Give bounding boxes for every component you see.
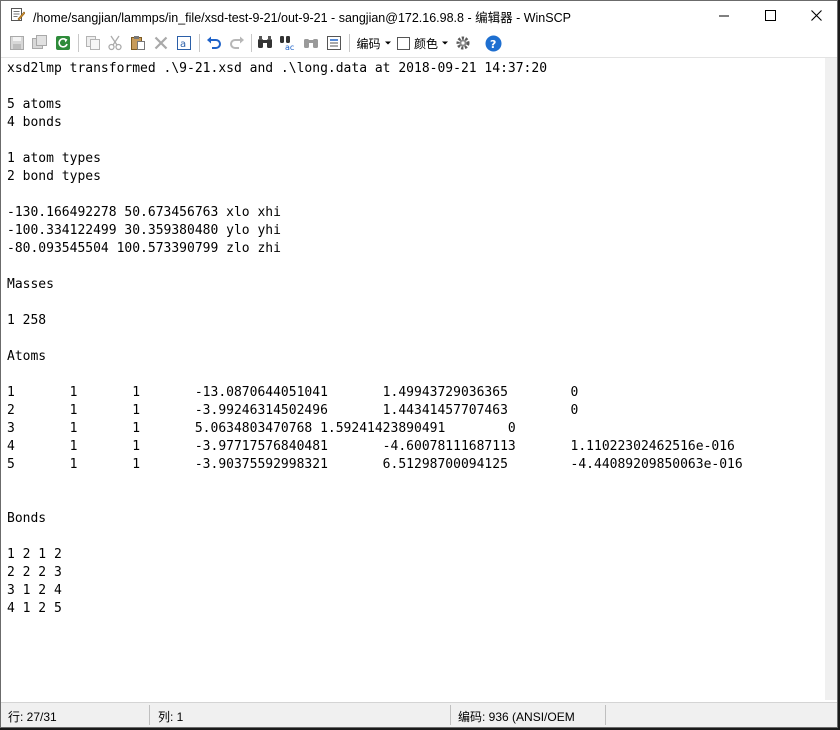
color-dropdown[interactable]: 颜色 [397, 33, 451, 53]
encoding-dropdown[interactable]: 编码 [355, 33, 393, 53]
window-title: /home/sangjian/lammps/in_file/xsd-test-9… [33, 11, 571, 25]
editor-line[interactable]: 1 atom types [7, 150, 825, 168]
editor-line[interactable] [7, 132, 825, 150]
editor-line[interactable]: Masses [7, 276, 825, 294]
save-all-button[interactable] [30, 33, 50, 53]
editor-line[interactable] [7, 474, 825, 492]
editor-line[interactable]: 1 2 1 2 [7, 546, 825, 564]
cut-icon [108, 35, 122, 51]
status-separator [605, 705, 606, 725]
goto-line-button[interactable] [324, 33, 344, 53]
save-icon [10, 36, 24, 50]
status-separator [450, 705, 451, 725]
status-encoding: 编码: 936 (ANSI/OEM [458, 710, 575, 724]
editor-line[interactable]: xsd2lmp transformed .\9-21.xsd and .\lon… [7, 60, 825, 78]
delete-button[interactable] [151, 33, 171, 53]
delete-icon [154, 36, 168, 50]
title-bar[interactable]: /home/sangjian/lammps/in_file/xsd-test-9… [1, 1, 837, 29]
edit-document-icon [11, 8, 25, 21]
editor-line[interactable]: -130.166492278 50.673456763 xlo xhi [7, 204, 825, 222]
editor-line[interactable]: 5 1 1 -3.90375592998321 6.51298700094125… [7, 456, 825, 474]
editor-content[interactable]: xsd2lmp transformed .\9-21.xsd and .\lon… [1, 58, 825, 618]
find-button[interactable] [255, 33, 275, 53]
chevron-down-icon [384, 41, 391, 45]
editor-line[interactable]: 1 258 [7, 312, 825, 330]
editor-line[interactable]: Atoms [7, 348, 825, 366]
status-separator [149, 705, 150, 725]
editor-line[interactable]: 4 bonds [7, 114, 825, 132]
editor-line[interactable]: Bonds [7, 510, 825, 528]
vertical-scrollbar[interactable] [825, 58, 837, 700]
replace-button[interactable]: ac [278, 33, 298, 53]
editor-line[interactable] [7, 492, 825, 510]
goto-line-icon [327, 36, 341, 50]
toolbar-separator [199, 34, 200, 52]
editor-line[interactable] [7, 528, 825, 546]
redo-icon [230, 36, 244, 49]
status-column: 列: 1 [158, 710, 184, 724]
maximize-icon [764, 9, 776, 21]
editor-line[interactable] [7, 186, 825, 204]
toolbar-separator [349, 34, 350, 52]
editor-line[interactable]: 3 1 2 4 [7, 582, 825, 600]
cut-button[interactable] [105, 33, 125, 53]
replace-icon: ac [280, 36, 294, 51]
select-all-icon: a [177, 36, 191, 50]
settings-icon [456, 36, 470, 50]
undo-button[interactable] [204, 33, 224, 53]
paste-icon [131, 36, 145, 50]
editor-line[interactable]: -80.093545504 100.573390799 zlo zhi [7, 240, 825, 258]
find-icon [258, 36, 272, 48]
editor-line[interactable]: 5 atoms [7, 96, 825, 114]
svg-text:a: a [180, 39, 186, 50]
toolbar-separator [78, 34, 79, 52]
editor-line[interactable] [7, 258, 825, 276]
toolbar-separator [251, 34, 252, 52]
toolbar: a ac 编码 颜色 ? [1, 29, 837, 58]
maximize-button[interactable] [747, 1, 793, 29]
editor-line[interactable] [7, 366, 825, 384]
help-icon: ? [485, 35, 501, 51]
checkbox[interactable] [397, 36, 410, 50]
minimize-icon [718, 15, 729, 16]
paste-button[interactable] [128, 33, 148, 53]
editor-window: /home/sangjian/lammps/in_file/xsd-test-9… [0, 0, 838, 728]
settings-button[interactable] [453, 33, 473, 53]
copy-icon [86, 36, 100, 50]
reload-button[interactable] [53, 33, 73, 53]
editor-line[interactable]: 2 2 2 3 [7, 564, 825, 582]
editor-line[interactable] [7, 330, 825, 348]
undo-icon [207, 36, 221, 49]
reload-icon [56, 36, 70, 50]
text-editor[interactable]: xsd2lmp transformed .\9-21.xsd and .\lon… [1, 58, 825, 700]
svg-text:?: ? [490, 38, 496, 51]
encoding-label: 编码 [356, 36, 381, 51]
close-icon [810, 9, 822, 21]
editor-line[interactable]: 2 bond types [7, 168, 825, 186]
editor-line[interactable]: 4 1 2 5 [7, 600, 825, 618]
status-line-position: 行: 27/31 [8, 710, 57, 724]
editor-line[interactable]: 4 1 1 -3.97717576840481 -4.6007811168711… [7, 438, 825, 456]
editor-line[interactable]: 1 1 1 -13.0870644051041 1.49943729036365… [7, 384, 825, 402]
help-button[interactable]: ? [483, 33, 503, 53]
editor-line[interactable] [7, 78, 825, 96]
svg-text:ac: ac [285, 43, 294, 51]
save-button[interactable] [7, 33, 27, 53]
close-button[interactable] [793, 1, 837, 29]
color-label: 颜色 [414, 36, 439, 51]
copy-button[interactable] [83, 33, 103, 53]
editor-line[interactable]: -100.334122499 30.359380480 ylo yhi [7, 222, 825, 240]
minimize-button[interactable] [701, 1, 747, 29]
editor-line[interactable] [7, 294, 825, 312]
editor-line[interactable]: 3 1 1 5.0634803470768 1.59241423890491 0 [7, 420, 825, 438]
chevron-down-icon [442, 41, 449, 45]
find-next-icon [304, 39, 318, 48]
editor-line[interactable]: 2 1 1 -3.99246314502496 1.44341457707463… [7, 402, 825, 420]
status-bar: 行: 27/31 列: 1 编码: 936 (ANSI/OEM [1, 702, 837, 727]
select-all-button[interactable]: a [174, 33, 194, 53]
save-all-icon [32, 35, 47, 49]
find-next-button[interactable] [301, 33, 321, 53]
redo-button[interactable] [227, 33, 247, 53]
